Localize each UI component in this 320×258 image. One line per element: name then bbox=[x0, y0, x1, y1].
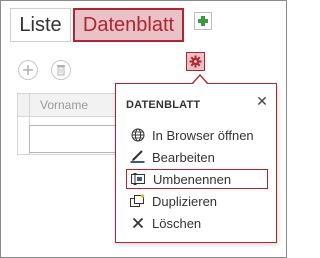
tab-datenblatt[interactable]: Datenblatt bbox=[73, 8, 184, 42]
menu-item-label: Bearbeiten bbox=[152, 149, 215, 165]
menu-item-duplicate[interactable]: Duplizieren bbox=[126, 191, 268, 211]
delete-icon bbox=[130, 215, 146, 231]
rename-icon bbox=[131, 171, 147, 187]
tab-liste[interactable]: Liste bbox=[10, 8, 71, 42]
tab-liste-label: Liste bbox=[19, 13, 62, 36]
tab-datenblatt-label: Datenblatt bbox=[82, 13, 175, 36]
menu-item-edit[interactable]: Bearbeiten bbox=[126, 147, 268, 167]
menu-item-label: Duplizieren bbox=[152, 193, 218, 209]
header-selector bbox=[18, 94, 30, 116]
gear-icon bbox=[189, 55, 202, 68]
globe-icon bbox=[130, 127, 146, 143]
app-frame: Liste Datenblatt Vorname DATENBLATT ✕ In… bbox=[0, 0, 287, 258]
duplicate-icon bbox=[130, 193, 146, 209]
edit-icon bbox=[130, 149, 146, 165]
close-icon[interactable]: ✕ bbox=[255, 94, 269, 108]
vorname-cell[interactable] bbox=[29, 125, 128, 153]
menu-item-delete[interactable]: Löschen bbox=[126, 213, 268, 233]
menu-item-label: Löschen bbox=[152, 215, 202, 231]
trash-icon bbox=[57, 65, 65, 76]
menu-title: DATENBLATT bbox=[126, 99, 201, 111]
view-options-menu: DATENBLATT ✕ In Browser öffnen Bearbeite… bbox=[115, 74, 277, 243]
menu-item-label: In Browser öffnen bbox=[152, 127, 254, 143]
menu-item-label: Umbenennen bbox=[153, 171, 232, 187]
plus-icon bbox=[23, 65, 33, 75]
menu-item-rename[interactable]: Umbenennen bbox=[126, 169, 268, 189]
add-record-button[interactable] bbox=[18, 60, 38, 80]
menu-item-open-in-browser[interactable]: In Browser öffnen bbox=[126, 125, 268, 145]
delete-record-button[interactable] bbox=[51, 60, 71, 80]
column-header-vorname[interactable]: Vorname bbox=[40, 98, 88, 112]
add-view-button[interactable] bbox=[194, 12, 212, 30]
view-settings-button[interactable] bbox=[186, 52, 205, 71]
